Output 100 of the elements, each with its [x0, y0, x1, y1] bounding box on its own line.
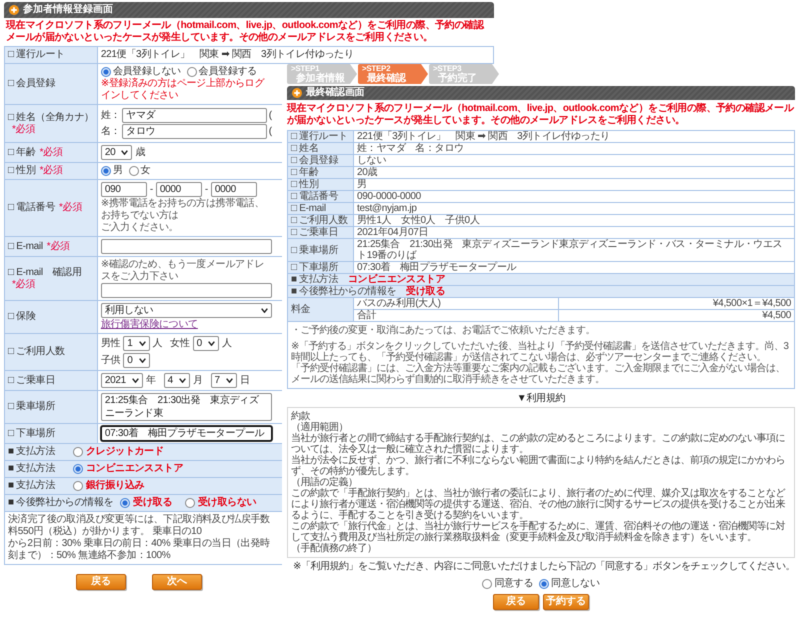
dropdown[interactable]: 4 [164, 373, 190, 388]
text-input[interactable] [100, 239, 272, 254]
dropdown[interactable]: 0 [192, 336, 219, 351]
field-label: □ 運行ルート [8, 49, 65, 60]
field-label: ■ 支払方法 [8, 480, 56, 492]
radio-button[interactable] [120, 498, 130, 508]
warning-text: 現在マイクロソフト系のフリーメール（hotmail.com、live.jp、outlook.comなど）をご利用の際、予約の確認メールが届かないといったケースが発生しています。その他のメールアドレスをご利用ください。 [287, 103, 795, 127]
option-label: 同意する [494, 578, 534, 590]
field-value: 男 [354, 178, 794, 190]
required-mark: *必須 [12, 278, 35, 290]
plus-circle-icon [292, 88, 302, 98]
field-label: □ ご乗車日 [288, 226, 354, 238]
field-label: ■ 支払方法 [8, 446, 56, 458]
dropdown[interactable]: 7 [210, 373, 237, 388]
plus-circle-icon [9, 5, 19, 15]
count-label: 男性 [100, 338, 120, 350]
radio-button[interactable] [73, 464, 83, 474]
field-label: □ 電話番号 [288, 190, 354, 202]
login-note: ※登録済みの方はページ上部からログインしてください [100, 78, 266, 102]
option-label: クレジットカード [86, 446, 164, 458]
field-label: □ 運行ルート [288, 130, 354, 142]
summary-value: コンビニエンスストア [348, 274, 446, 285]
text-input[interactable]: 21:25集合 21:30出発 東京ディズニーランド東 [100, 393, 272, 421]
agreement-text: ※「利用規約」をご覧いただき、内容にご同意いただけましたら下記の「同意する」ボタンをチェックしてください。 [293, 561, 795, 572]
field-label: ■ 今後弊社からの情報を [291, 286, 396, 297]
field-value: 090-0000-0000 [354, 190, 794, 202]
chevron-down-icon [132, 378, 139, 383]
radio-button[interactable] [100, 166, 111, 176]
option-label: 男 [112, 165, 123, 177]
radio-button[interactable] [186, 67, 197, 77]
cancellation-text: 決済完了後の取消及び変更等には、下記取消料及び払戻手数料550円（税込）が掛かります。 乗車日の10 [8, 514, 271, 538]
window-title: 参加者情報登録画面 [23, 4, 113, 16]
note-text: ・ご予約後の変更・取消にあたっては、お電話でご依頼いただきます。 [291, 325, 596, 336]
cancellation-text: から2日前：30% 乗車日の前日：40% 乗車日の当日（出発時刻まで）：50% 無連絡不参加：100% [8, 538, 271, 562]
dash-separator: - [150, 184, 153, 196]
unit-label: 月 [192, 374, 203, 386]
dropdown[interactable]: 利用しない [100, 303, 272, 318]
phone-note: ご入力ください。 [100, 222, 180, 234]
field-label: 料金 [288, 298, 354, 322]
field-value: しない [354, 154, 794, 166]
example-hint: ( [268, 110, 272, 122]
text-input[interactable]: タロウ [122, 124, 267, 139]
radio-button[interactable] [482, 579, 492, 589]
field-label: □ ご利用人数 [8, 346, 65, 357]
dropdown[interactable]: 20 [100, 145, 132, 160]
radio-button[interactable] [185, 498, 196, 508]
text-input[interactable]: 07:30着 梅田プラザモータープール [100, 426, 272, 441]
field-label: □ ご乗車日 [8, 374, 56, 386]
radio-button[interactable] [100, 67, 111, 77]
chevron-down-icon [208, 341, 215, 346]
chevron-down-icon [260, 308, 268, 313]
chevron-down-icon [178, 378, 186, 383]
dropdown[interactable]: 0 [123, 353, 150, 368]
option-label: 同意しない [551, 578, 600, 590]
field-label: □ ご利用人数 [288, 214, 354, 226]
chevron-down-icon [121, 150, 128, 155]
fare-item: バスのみ利用(大人) [354, 298, 558, 310]
terms-text: 当社が法令に反せず、かつ、旅行者に不利にならない範囲で書面により特約を結んだときは、前項の規定にかかわらず、その特約が優先します。 [291, 455, 786, 477]
unit-label: 人 [152, 338, 162, 350]
radio-button[interactable] [73, 447, 83, 457]
phone-note: ※携帯電話をお持ちの方は携帯電話、お持ちでない方は [100, 198, 266, 222]
terms-text: この約款で「旅行代金」とは、当社が旅行サービスを手配するために、運賃、宿泊料その他の運送・宿泊機関等に対して支払う費用及び当社所定の旅行業務取扱料金（変更手続料金及び取消手続料金を除きます）をいいます。 [291, 521, 786, 543]
progress-step: >STEP2 最終確認 [358, 64, 428, 84]
radio-button[interactable] [539, 579, 550, 589]
radio-button[interactable] [128, 166, 139, 176]
insurance-link[interactable]: 旅行傷害保険について [100, 319, 198, 331]
text-input[interactable]: 0000 [210, 182, 257, 197]
chevron-down-icon [138, 341, 146, 346]
chevron-down-icon [138, 358, 146, 363]
window-title: 最終確認画面 [306, 87, 364, 99]
field-label: ■ 支払方法 [8, 463, 56, 475]
option-label: 会員登録する [198, 66, 257, 78]
option-label: 女 [140, 165, 150, 177]
dropdown[interactable]: 2021 [100, 373, 143, 388]
note-text: ※「予約する」ボタンをクリックしていただいた後、当社より「予約受付確認書」を送信させていただきます。尚、3時間以上たっても、「予約受付確認書」が送信されてこない場合は、必ずツアーセンターまでご連絡ください。 [291, 341, 790, 363]
terms-text: （適用範囲） [291, 422, 349, 433]
field-label: □ 乗車場所 [8, 401, 56, 412]
text-input[interactable]: ヤマダ [122, 108, 267, 123]
required-mark: *必須 [12, 124, 35, 136]
text-input[interactable]: 090 [100, 182, 147, 197]
field-value: 2021年04月07日 [354, 226, 794, 238]
text-input[interactable]: 0000 [156, 182, 202, 197]
text-input[interactable] [100, 283, 272, 298]
field-prefix: 名： [100, 126, 120, 138]
dropdown[interactable]: 1 [123, 336, 150, 351]
field-label: □ 電話番号 [8, 202, 56, 213]
field-label: ■ 支払方法 [291, 274, 338, 285]
terms-text: この約款で「手配旅行契約」とは、当社が旅行者の委託により、旅行者のために代理、媒介又は取次をすることなどにより旅行者が運送・宿泊機関等の提供する運送、宿泊、その他の旅行に関するサービスの提供を受けることが出来るように、手配することを引き受ける契約をいいます。 [291, 488, 786, 521]
unit-label: 歳 [135, 146, 146, 158]
fare-item: 合計 [354, 310, 558, 322]
count-label: 子供 [100, 354, 120, 366]
warning-text: 現在マイクロソフト系のフリーメール（hotmail.com、live.jp、outlook.comなど）をご利用の際、予約の確認メールが届かないといったケースが発生しています。その他のメールアドレスをご利用ください。 [4, 20, 486, 44]
unit-label: 人 [222, 338, 232, 350]
chevron-down-icon [226, 378, 233, 383]
field-label: □ 下車場所 [288, 262, 354, 274]
field-value: 男性1人 女性0人 子供0人 [354, 214, 794, 226]
count-label: 女性 [170, 338, 190, 350]
radio-button[interactable] [73, 481, 83, 491]
field-label: □ 性別 [288, 178, 354, 190]
option-label: コンビニエンスストア [86, 463, 184, 475]
